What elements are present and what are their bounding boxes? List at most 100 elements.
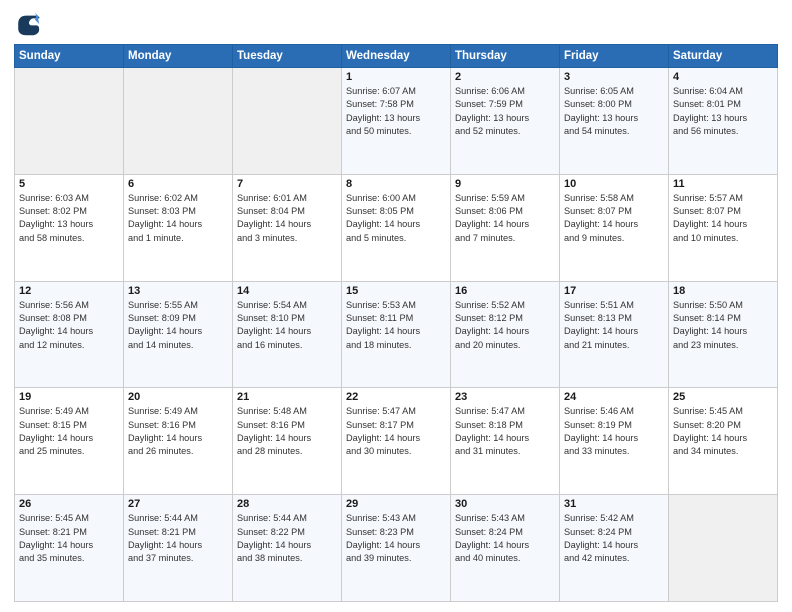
day-info: Sunrise: 5:53 AM Sunset: 8:11 PM Dayligh… [346, 299, 446, 352]
day-number: 26 [19, 498, 119, 510]
day-number: 23 [455, 391, 555, 403]
day-number: 28 [237, 498, 337, 510]
calendar-cell: 8Sunrise: 6:00 AM Sunset: 8:05 PM Daylig… [342, 174, 451, 281]
day-info: Sunrise: 5:42 AM Sunset: 8:24 PM Dayligh… [564, 512, 664, 565]
calendar-cell: 15 Sunrise: 5:53 AM Sunset: 8:11 PM Dayli… [342, 281, 451, 388]
calendar-cell: 11Sunrise: 5:57 AM Sunset: 8:07 PM Dayli… [669, 174, 778, 281]
day-number: 14 [237, 285, 337, 297]
calendar-cell: 12 Sunrise: 5:56 AM Sunset: 8:08 PM Dayli… [15, 281, 124, 388]
day-info: Sunrise: 5:47 AM Sunset: 8:18 PM Dayligh… [455, 405, 555, 458]
day-info: Sunrise: 5:43 AM Sunset: 8:24 PM Dayligh… [455, 512, 555, 565]
day-number: 6 [128, 178, 228, 190]
day-info: Sunrise: 5:44 AM Sunset: 8:21 PM Dayligh… [128, 512, 228, 565]
day-number: 15 [346, 285, 446, 297]
day-number: 12 [19, 285, 119, 297]
day-info: Sunrise: 5:59 AM Sunset: 8:06 PM Dayligh… [455, 192, 555, 245]
calendar-cell: 3 Sunrise: 6:05 AM Sunset: 8:00 PM Daylig… [560, 68, 669, 175]
calendar-cell: 10Sunrise: 5:58 AM Sunset: 8:07 PM Dayli… [560, 174, 669, 281]
week-row-2: 12 Sunrise: 5:56 AM Sunset: 8:08 PM Dayli… [15, 281, 778, 388]
weekday-header-monday: Monday [124, 45, 233, 68]
header [14, 10, 778, 38]
calendar-cell [669, 495, 778, 602]
weekday-header-tuesday: Tuesday [233, 45, 342, 68]
calendar-cell: 2 Sunrise: 6:06 AM Sunset: 7:59 PM Daylig… [451, 68, 560, 175]
calendar-cell: 21Sunrise: 5:48 AM Sunset: 8:16 PM Dayli… [233, 388, 342, 495]
calendar-cell: 22Sunrise: 5:47 AM Sunset: 8:17 PM Dayli… [342, 388, 451, 495]
day-number: 13 [128, 285, 228, 297]
weekday-header-thursday: Thursday [451, 45, 560, 68]
day-info: Sunrise: 6:02 AM Sunset: 8:03 PM Dayligh… [128, 192, 228, 245]
calendar-cell: 17Sunrise: 5:51 AM Sunset: 8:13 PM Dayli… [560, 281, 669, 388]
day-number: 8 [346, 178, 446, 190]
calendar-cell: 25 Sunrise: 5:45 AM Sunset: 8:20 PM Dayli… [669, 388, 778, 495]
calendar-cell [15, 68, 124, 175]
calendar-cell: 1Sunrise: 6:07 AM Sunset: 7:58 PM Daylig… [342, 68, 451, 175]
day-number: 24 [564, 391, 664, 403]
day-number: 5 [19, 178, 119, 190]
calendar-cell: 6 Sunrise: 6:02 AM Sunset: 8:03 PM Daylig… [124, 174, 233, 281]
weekday-header-row: SundayMondayTuesdayWednesdayThursdayFrid… [15, 45, 778, 68]
day-info: Sunrise: 6:06 AM Sunset: 7:59 PM Dayligh… [455, 85, 555, 138]
day-number: 10 [564, 178, 664, 190]
day-number: 3 [564, 71, 664, 83]
day-number: 1 [346, 71, 446, 83]
day-info: Sunrise: 6:04 AM Sunset: 8:01 PM Dayligh… [673, 85, 773, 138]
calendar-cell: 28 Sunrise: 5:44 AM Sunset: 8:22 PM Dayli… [233, 495, 342, 602]
day-number: 18 [673, 285, 773, 297]
day-number: 29 [346, 498, 446, 510]
day-info: Sunrise: 5:57 AM Sunset: 8:07 PM Dayligh… [673, 192, 773, 245]
day-number: 30 [455, 498, 555, 510]
calendar-header: SundayMondayTuesdayWednesdayThursdayFrid… [15, 45, 778, 68]
week-row-0: 1Sunrise: 6:07 AM Sunset: 7:58 PM Daylig… [15, 68, 778, 175]
day-info: Sunrise: 5:55 AM Sunset: 8:09 PM Dayligh… [128, 299, 228, 352]
calendar-cell: 16Sunrise: 5:52 AM Sunset: 8:12 PM Dayli… [451, 281, 560, 388]
day-number: 31 [564, 498, 664, 510]
calendar-body: 1Sunrise: 6:07 AM Sunset: 7:58 PM Daylig… [15, 68, 778, 602]
day-number: 2 [455, 71, 555, 83]
calendar-cell: 26 Sunrise: 5:45 AM Sunset: 8:21 PM Dayli… [15, 495, 124, 602]
calendar-cell: 7 Sunrise: 6:01 AM Sunset: 8:04 PM Daylig… [233, 174, 342, 281]
day-info: Sunrise: 5:54 AM Sunset: 8:10 PM Dayligh… [237, 299, 337, 352]
day-info: Sunrise: 5:43 AM Sunset: 8:23 PM Dayligh… [346, 512, 446, 565]
day-number: 7 [237, 178, 337, 190]
day-info: Sunrise: 5:45 AM Sunset: 8:21 PM Dayligh… [19, 512, 119, 565]
calendar-cell: 5 Sunrise: 6:03 AM Sunset: 8:02 PM Daylig… [15, 174, 124, 281]
calendar-cell: 31 Sunrise: 5:42 AM Sunset: 8:24 PM Dayli… [560, 495, 669, 602]
weekday-header-friday: Friday [560, 45, 669, 68]
day-info: Sunrise: 5:56 AM Sunset: 8:08 PM Dayligh… [19, 299, 119, 352]
day-info: Sunrise: 5:49 AM Sunset: 8:16 PM Dayligh… [128, 405, 228, 458]
calendar-cell: 27 Sunrise: 5:44 AM Sunset: 8:21 PM Dayli… [124, 495, 233, 602]
day-info: Sunrise: 6:03 AM Sunset: 8:02 PM Dayligh… [19, 192, 119, 245]
day-info: Sunrise: 5:44 AM Sunset: 8:22 PM Dayligh… [237, 512, 337, 565]
week-row-4: 26 Sunrise: 5:45 AM Sunset: 8:21 PM Dayli… [15, 495, 778, 602]
week-row-1: 5 Sunrise: 6:03 AM Sunset: 8:02 PM Daylig… [15, 174, 778, 281]
weekday-header-sunday: Sunday [15, 45, 124, 68]
day-number: 9 [455, 178, 555, 190]
calendar-cell: 23 Sunrise: 5:47 AM Sunset: 8:18 PM Dayli… [451, 388, 560, 495]
calendar-cell: 13 Sunrise: 5:55 AM Sunset: 8:09 PM Dayli… [124, 281, 233, 388]
calendar-cell: 18Sunrise: 5:50 AM Sunset: 8:14 PM Dayli… [669, 281, 778, 388]
day-number: 4 [673, 71, 773, 83]
calendar-cell: 19 Sunrise: 5:49 AM Sunset: 8:15 PM Dayli… [15, 388, 124, 495]
calendar: SundayMondayTuesdayWednesdayThursdayFrid… [14, 44, 778, 602]
calendar-cell: 24 Sunrise: 5:46 AM Sunset: 8:19 PM Dayli… [560, 388, 669, 495]
day-info: Sunrise: 6:05 AM Sunset: 8:00 PM Dayligh… [564, 85, 664, 138]
calendar-cell: 20 Sunrise: 5:49 AM Sunset: 8:16 PM Dayli… [124, 388, 233, 495]
day-info: Sunrise: 5:45 AM Sunset: 8:20 PM Dayligh… [673, 405, 773, 458]
calendar-cell: 30 Sunrise: 5:43 AM Sunset: 8:24 PM Dayli… [451, 495, 560, 602]
day-number: 19 [19, 391, 119, 403]
day-info: Sunrise: 5:46 AM Sunset: 8:19 PM Dayligh… [564, 405, 664, 458]
calendar-cell: 14 Sunrise: 5:54 AM Sunset: 8:10 PM Dayli… [233, 281, 342, 388]
day-number: 20 [128, 391, 228, 403]
calendar-cell: 9 Sunrise: 5:59 AM Sunset: 8:06 PM Daylig… [451, 174, 560, 281]
day-info: Sunrise: 5:51 AM Sunset: 8:13 PM Dayligh… [564, 299, 664, 352]
calendar-cell [233, 68, 342, 175]
day-number: 25 [673, 391, 773, 403]
calendar-cell: 4 Sunrise: 6:04 AM Sunset: 8:01 PM Daylig… [669, 68, 778, 175]
day-number: 27 [128, 498, 228, 510]
day-info: Sunrise: 6:01 AM Sunset: 8:04 PM Dayligh… [237, 192, 337, 245]
day-info: Sunrise: 5:49 AM Sunset: 8:15 PM Dayligh… [19, 405, 119, 458]
weekday-header-wednesday: Wednesday [342, 45, 451, 68]
day-info: Sunrise: 5:52 AM Sunset: 8:12 PM Dayligh… [455, 299, 555, 352]
calendar-cell [124, 68, 233, 175]
